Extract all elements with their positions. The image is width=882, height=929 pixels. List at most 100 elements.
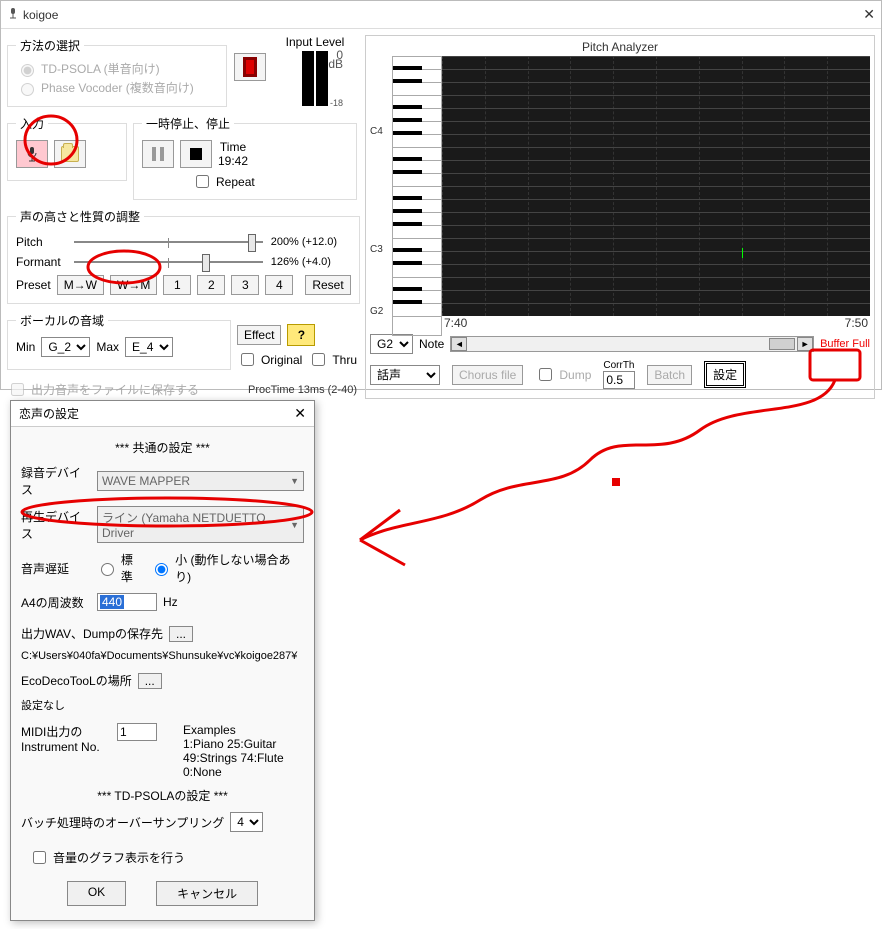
settings-titlebar: 恋声の設定 ✕ (11, 401, 314, 427)
preset-1-button[interactable]: 1 (163, 275, 191, 295)
volume-graph-checkbox[interactable]: 音量のグラフ表示を行う (29, 848, 185, 867)
preset-m-to-w-button[interactable]: M→W (57, 275, 104, 295)
octave-label-c3: C3 (370, 244, 383, 255)
preset-label: Preset (16, 278, 51, 292)
file-input-button[interactable] (54, 140, 86, 168)
latency-small-radio[interactable]: 小 (動作しない場合あり) (150, 551, 304, 585)
titlebar: koigoe ✕ (1, 1, 881, 29)
settings-section-common: *** 共通の設定 *** (21, 439, 304, 456)
buffer-full-text: Buffer Full (820, 338, 870, 350)
chorus-file-button[interactable]: Chorus file (452, 365, 523, 385)
midi-examples-1: 1:Piano 25:Guitar (183, 737, 284, 751)
piano-keyboard (392, 56, 442, 336)
method-group: 方法の選択 TD-PSOLA (単音向け) Phase Vocoder (複数音… (7, 37, 227, 107)
level-meter-left (302, 51, 314, 106)
input-group: 入力 (7, 115, 127, 181)
range-min-label: Min (16, 340, 35, 354)
a4-freq-label: A4の周波数 (21, 594, 91, 611)
rec-device-select[interactable]: WAVE MAPPER▼ (97, 471, 304, 491)
pitch-analyzer-title: Pitch Analyzer (370, 40, 870, 54)
mode-select[interactable]: 話声 (370, 365, 440, 385)
oversampling-select[interactable]: 4 (230, 812, 263, 832)
scroll-left-button[interactable]: ◄ (451, 337, 467, 351)
input-legend: 入力 (16, 115, 48, 132)
dump-path-browse-button[interactable]: ... (169, 626, 193, 642)
rec-device-label: 録音デバイス (21, 464, 91, 498)
midi-examples-2: 49:Strings 74:Flute (183, 751, 284, 765)
input-level-panel: Input Level 0 dB -18 (285, 35, 345, 106)
range-min-select[interactable]: G_2 (41, 337, 90, 357)
settings-cancel-button[interactable]: キャンセル (156, 881, 258, 906)
vocal-range-legend: ボーカルの音域 (16, 312, 108, 329)
pitch-slider[interactable] (74, 241, 263, 243)
proctime-text: ProcTime 13ms (2-40) (248, 384, 357, 396)
preset-4-button[interactable]: 4 (265, 275, 293, 295)
midi-instrument-input[interactable] (117, 723, 157, 741)
midi-label-1: MIDI出力の (21, 723, 111, 740)
dump-checkbox[interactable]: Dump (535, 365, 591, 384)
preset-reset-button[interactable]: Reset (305, 275, 350, 295)
octave-label-c4: C4 (370, 126, 383, 137)
app-window: koigoe ✕ 方法の選択 TD-PSOLA (単音向け) Phase Voc… (0, 0, 882, 390)
window-close-button[interactable]: ✕ (863, 6, 875, 23)
ecodeco-label: EcoDecoTooLの場所 (21, 672, 132, 689)
app-title: koigoe (23, 8, 58, 22)
formant-value: 126% (+4.0) (271, 256, 351, 268)
method-phasevocoder-radio[interactable]: Phase Vocoder (複数音向け) (16, 79, 218, 96)
original-checkbox[interactable]: Original (237, 350, 302, 369)
play-device-select[interactable]: ライン (Yamaha NETDUETTO Driver▼ (97, 506, 304, 543)
pitch-label: Pitch (16, 235, 66, 249)
stop-icon (190, 148, 202, 160)
ecodeco-value: 設定なし (21, 697, 304, 713)
thru-checkbox[interactable]: Thru (308, 350, 357, 369)
settings-ok-button[interactable]: OK (67, 881, 126, 906)
ecodeco-browse-button[interactable]: ... (138, 673, 162, 689)
pause-icon (152, 147, 164, 161)
latency-standard-radio[interactable]: 標準 (96, 551, 144, 585)
settings-dialog: 恋声の設定 ✕ *** 共通の設定 *** 録音デバイス WAVE MAPPER… (10, 400, 315, 921)
preset-3-button[interactable]: 3 (231, 275, 259, 295)
stop-button[interactable] (180, 140, 212, 168)
pause-button[interactable] (142, 140, 174, 168)
corrth-input[interactable] (603, 371, 635, 389)
base-note-select[interactable]: G2 (370, 334, 413, 354)
help-button[interactable]: ? (287, 324, 315, 346)
play-device-label: 再生デバイス (21, 508, 91, 542)
record-indicator-button[interactable] (234, 53, 266, 81)
midi-label-2: Instrument No. (21, 740, 111, 754)
effect-button[interactable]: Effect (237, 325, 281, 345)
octave-label-g2: G2 (370, 306, 383, 317)
method-tdpsola-radio[interactable]: TD-PSOLA (単音向け) (16, 60, 218, 77)
scroll-right-button[interactable]: ► (797, 337, 813, 351)
preset-2-button[interactable]: 2 (197, 275, 225, 295)
settings-button[interactable]: 設定 (704, 361, 746, 388)
a4-unit: Hz (163, 595, 178, 609)
repeat-checkbox[interactable]: Repeat (192, 172, 255, 191)
batch-button[interactable]: Batch (647, 365, 692, 385)
chevron-down-icon: ▼ (290, 520, 299, 530)
a4-freq-input[interactable]: 440 (97, 593, 157, 611)
pitch-marker (742, 248, 743, 258)
mic-input-button[interactable] (16, 140, 48, 168)
scroll-thumb[interactable] (769, 338, 795, 350)
preset-w-to-m-button[interactable]: W→M (110, 275, 157, 295)
save-to-file-checkbox[interactable]: 出力音声をファイルに保存する (7, 380, 199, 399)
record-led-icon (243, 57, 257, 77)
corrth-label: CorrTh (603, 360, 635, 371)
formant-slider[interactable] (74, 261, 263, 263)
input-level-label: Input Level (285, 35, 345, 49)
settings-section-tdpsola: *** TD-PSOLAの設定 *** (21, 787, 304, 804)
time-axis-left: 7:40 (444, 316, 467, 330)
range-max-select[interactable]: E_4 (125, 337, 173, 357)
level-meter-right (316, 51, 328, 106)
voice-adjust-group: 声の高さと性質の調整 Pitch 200% (+12.0) Formant (7, 208, 360, 304)
range-max-label: Max (96, 340, 119, 354)
note-label: Note (419, 337, 444, 351)
playback-legend: 一時停止、停止 (142, 115, 234, 132)
playback-group: 一時停止、停止 Time 19:42 Repeat (133, 115, 357, 200)
voice-adjust-legend: 声の高さと性質の調整 (16, 208, 144, 225)
settings-close-button[interactable]: ✕ (294, 405, 306, 422)
midi-examples-title: Examples (183, 723, 284, 737)
vocal-range-group: ボーカルの音域 Min G_2 Max E_4 (7, 312, 231, 370)
time-scrollbar[interactable]: ◄ ► (450, 336, 814, 352)
